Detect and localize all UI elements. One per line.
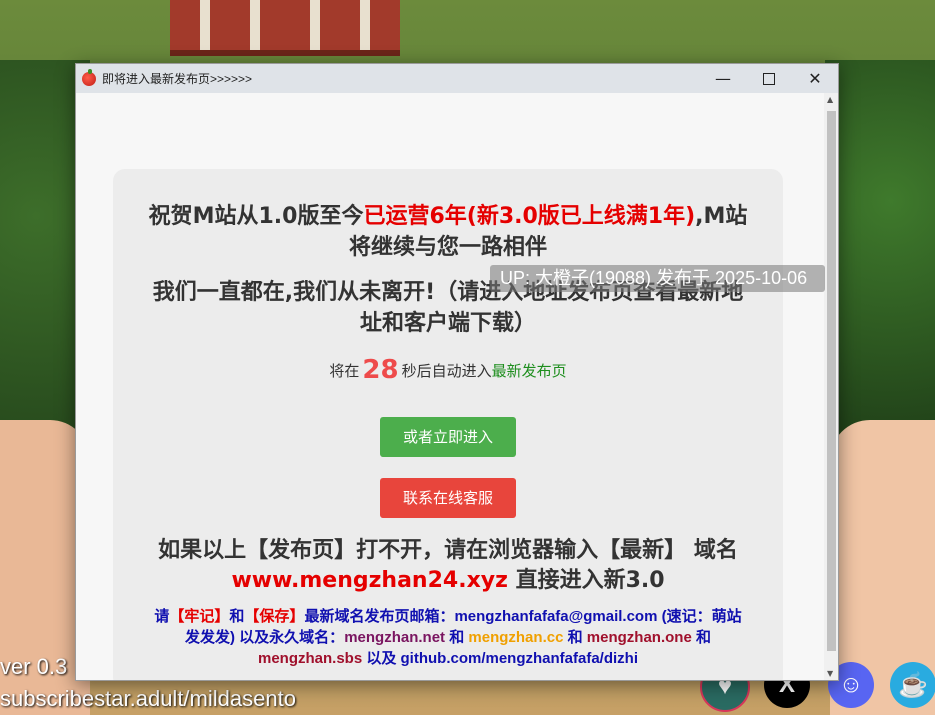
redirect-dialog-window: 即将进入最新发布页>>>>>> — ✕ 祝贺M站从1.0版至今已运营6年(新3.…: [75, 63, 839, 681]
release-page-link[interactable]: 最新发布页: [492, 362, 567, 380]
apple-icon: [82, 68, 96, 86]
domain-mengzhan-net[interactable]: mengzhan.net: [344, 629, 445, 646]
close-icon: ✕: [808, 69, 822, 88]
maximize-icon: [763, 72, 775, 85]
fallback-line1: 如果以上【发布页】打不开，请在浏览器输入【最新】: [158, 538, 687, 563]
note-text: 和: [567, 629, 583, 646]
domain-mengzhan-sbs[interactable]: mengzhan.sbs: [258, 650, 362, 667]
fallback-suffix: 直接进入新3.0: [515, 568, 665, 593]
uploader-badge: UP: 大橙子(19088) 发布于 2025-10-06: [490, 265, 825, 292]
barn-plank: [360, 0, 370, 50]
barn-plank: [310, 0, 320, 50]
version-text: ver 0.3: [0, 654, 68, 679]
vertical-scrollbar[interactable]: ▲ ▼: [824, 93, 838, 680]
note-text: 和: [229, 608, 245, 625]
heading-highlight: 已运营6年(新3.0版已上线满1年): [363, 204, 696, 229]
kofi-icon[interactable]: ☕: [890, 662, 935, 708]
scroll-up-icon[interactable]: ▲: [827, 95, 833, 104]
note-text: 以及 github.com/mengzhanfafafa/dizhi: [366, 650, 639, 667]
note-text: 和: [449, 629, 465, 646]
announcement-heading: 祝贺M站从1.0版至今已运营6年(新3.0版已上线满1年),M站将继续与您一路相…: [143, 201, 753, 263]
countdown-prefix: 将在: [329, 362, 360, 380]
scroll-thumb[interactable]: [827, 111, 836, 651]
heading-part1: 祝贺M站从1.0版至今: [148, 204, 364, 229]
countdown-suffix: 秒后自动进入: [401, 362, 492, 380]
close-button[interactable]: ✕: [792, 64, 838, 93]
fallback-instructions: 如果以上【发布页】打不开，请在浏览器输入【最新】 域名 www.mengzhan…: [143, 536, 753, 596]
contact-support-button[interactable]: 联系在线客服: [380, 478, 516, 518]
enter-now-button[interactable]: 或者立即进入: [380, 417, 516, 457]
note-text: 和: [695, 629, 711, 646]
note-text: 请: [154, 608, 170, 625]
barn-plank: [200, 0, 210, 50]
minimize-button[interactable]: —: [700, 64, 746, 93]
domain-mengzhan-cc[interactable]: mengzhan.cc: [468, 629, 563, 646]
countdown-seconds: 28: [362, 355, 399, 385]
note-save: 【保存】: [244, 608, 305, 625]
maximize-button[interactable]: [746, 64, 792, 93]
countdown-line: 将在 28 秒后自动进入最新发布页: [113, 355, 783, 385]
email-domain-note: 请【牢记】和【保存】最新域名发布页邮箱：mengzhanfafafa@gmail…: [153, 606, 743, 669]
barn-plank: [250, 0, 260, 50]
domain-mengzhan-one[interactable]: mengzhan.one: [587, 629, 692, 646]
window-title: 即将进入最新发布页>>>>>>: [102, 72, 253, 86]
title-bar: 即将进入最新发布页>>>>>> — ✕: [76, 64, 838, 93]
fallback-prefix: 域名: [693, 538, 738, 563]
fallback-domain[interactable]: www.mengzhan24.xyz: [231, 568, 507, 593]
note-remember: 【牢记】: [169, 608, 230, 625]
dialog-content: 祝贺M站从1.0版至今已运营6年(新3.0版已上线满1年),M站将继续与您一路相…: [76, 93, 824, 680]
barn-roof: [170, 0, 400, 56]
scroll-down-icon[interactable]: ▼: [827, 669, 833, 678]
subscribe-link: subscribestar.adult/mildasento: [0, 686, 296, 711]
minimize-icon: —: [715, 69, 731, 88]
announcement-card: 祝贺M站从1.0版至今已运营6年(新3.0版已上线满1年),M站将继续与您一路相…: [113, 169, 783, 680]
